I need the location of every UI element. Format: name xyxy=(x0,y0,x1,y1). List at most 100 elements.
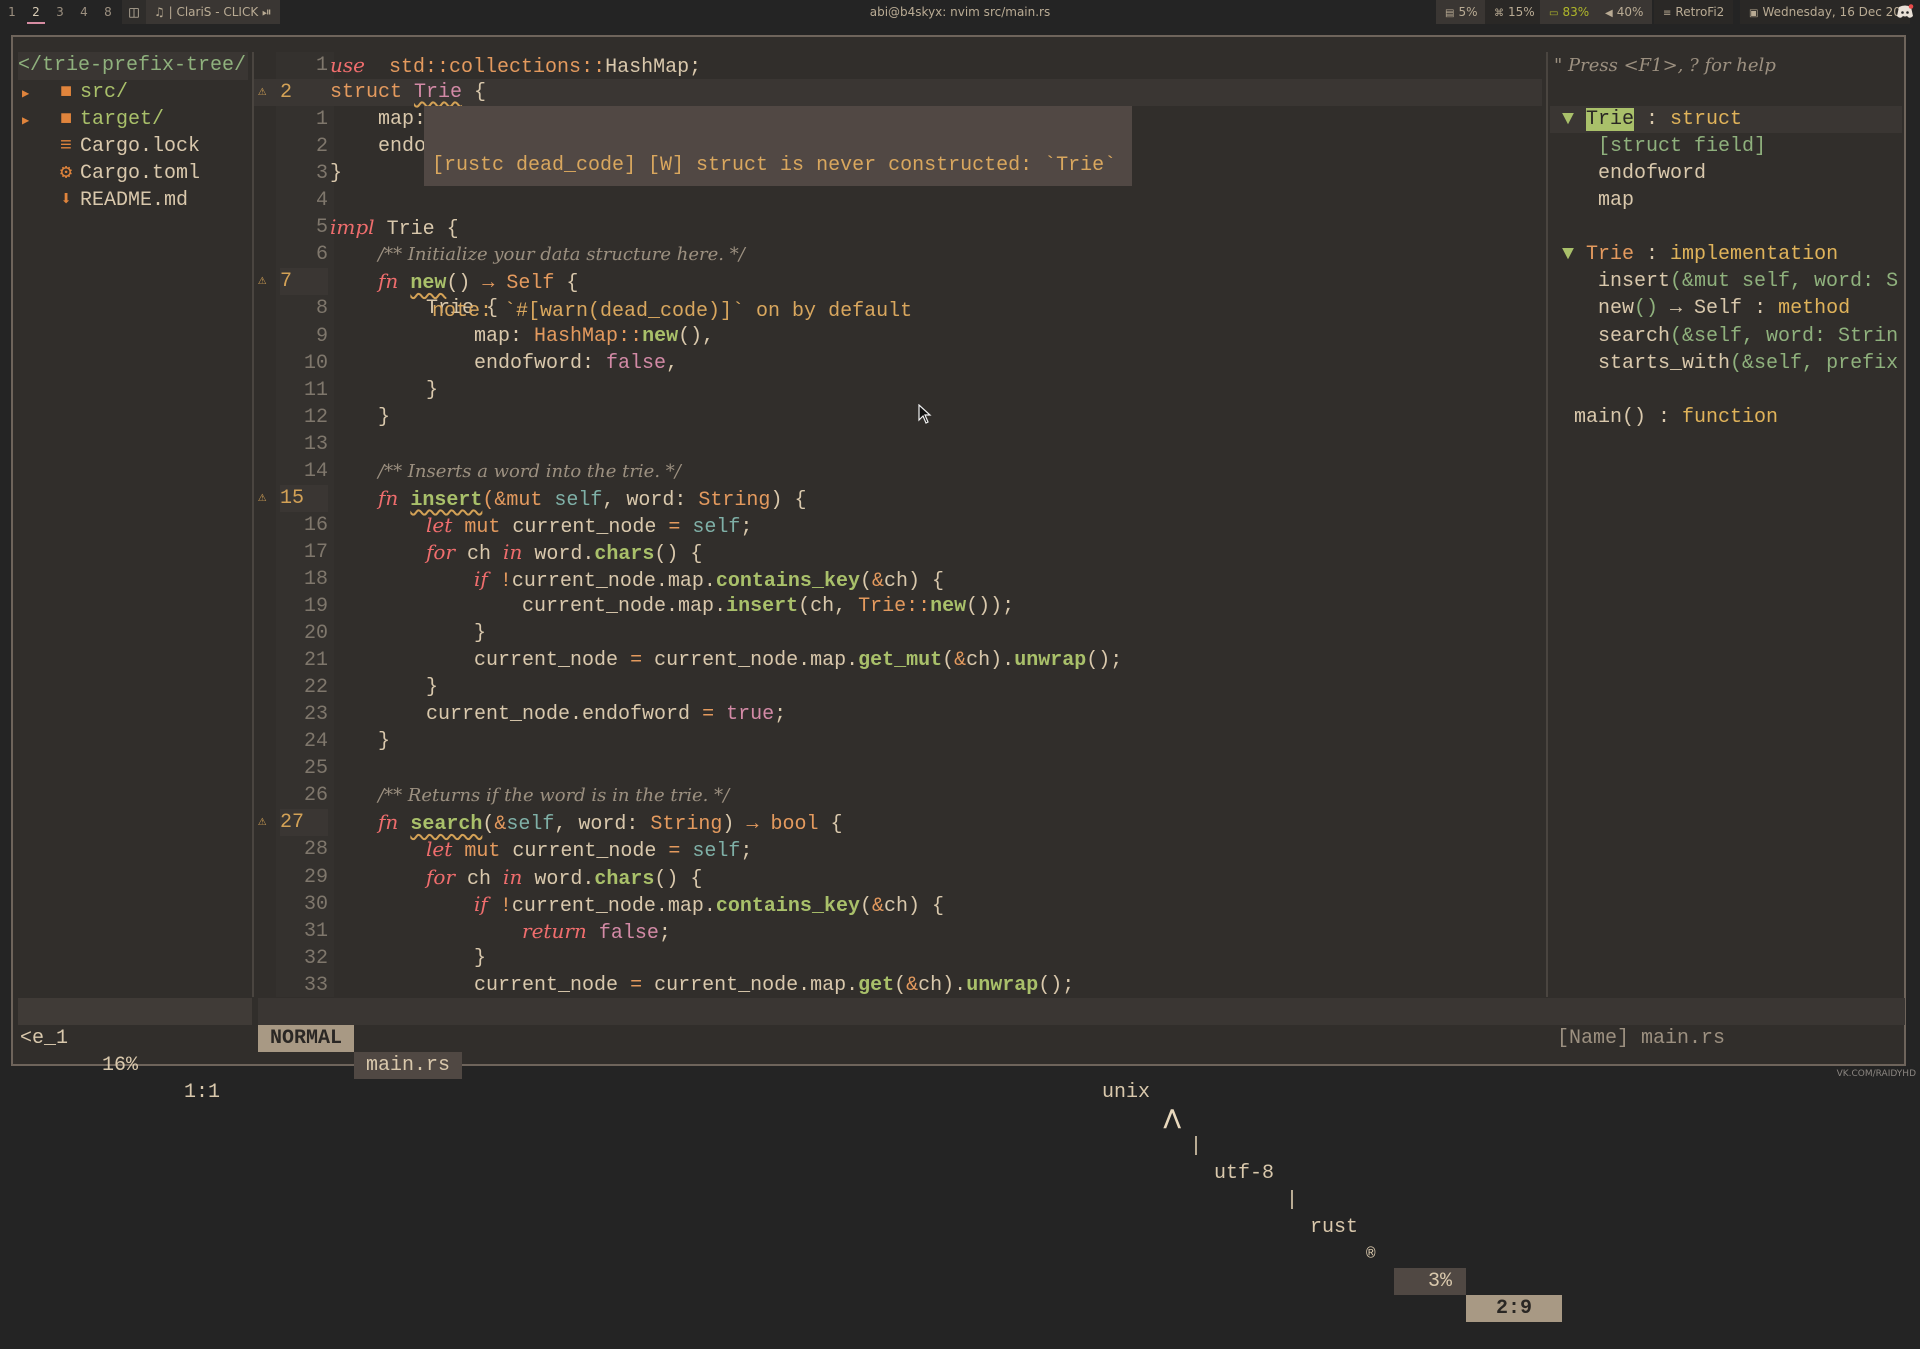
code-text: current_node = current_node.map.get(&ch)… xyxy=(330,973,1075,997)
code-line[interactable]: 25 xyxy=(254,755,1542,782)
code-line[interactable]: 17 for ch in word.chars() { xyxy=(254,539,1542,566)
code-line[interactable]: 12 } xyxy=(254,404,1542,431)
expand-arrow-icon[interactable]: ▶ xyxy=(18,80,56,108)
code-line[interactable]: 14 /** Inserts a word into the trie. */ xyxy=(254,458,1542,485)
warning-sign-icon[interactable]: ⚠ xyxy=(258,79,274,106)
code-line[interactable]: 22 } xyxy=(254,674,1542,701)
line-number: 22 xyxy=(303,676,328,700)
cpu-icon: ⌘ xyxy=(1494,8,1504,19)
editor-statusline: NORMAL main.rs unix ⋀ | utf-8 | rust ® 3… xyxy=(258,998,1562,1322)
code-line[interactable]: ⚠ 15 fn insert(&mut self, word: String) { xyxy=(254,484,1542,512)
module-cpu[interactable]: ⌘ 15% xyxy=(1485,0,1544,24)
code-line[interactable]: 28 let mut current_node = self; xyxy=(254,836,1542,863)
line-number: 6 xyxy=(315,243,328,267)
line-number: 13 xyxy=(303,432,328,456)
code-text: } xyxy=(330,405,391,429)
encoding: utf-8 xyxy=(1214,1162,1275,1185)
line-number: 8 xyxy=(315,297,328,321)
tree-item-label: Cargo.lock xyxy=(80,135,201,158)
code-line[interactable]: 24 } xyxy=(254,728,1542,755)
code-line[interactable]: 16 let mut current_node = self; xyxy=(254,512,1542,539)
code-line[interactable]: 10 endofword: false, xyxy=(254,350,1542,377)
collapse-arrow-icon[interactable]: ▼ xyxy=(1550,243,1586,266)
code-text: use std::collections::HashMap; xyxy=(330,53,702,79)
code-line[interactable]: 21 current_node = current_node.map.get_m… xyxy=(254,647,1542,674)
filetype: rust xyxy=(1310,1216,1359,1239)
code-text: endofword: false, xyxy=(330,351,679,375)
tree-file[interactable]: ⬇ README.md xyxy=(18,187,188,215)
tree-root[interactable]: </trie-prefix-tree/ xyxy=(18,52,249,80)
tag-item[interactable]: [struct field] xyxy=(1550,133,1902,160)
warning-sign-icon[interactable]: ⚠ xyxy=(258,268,274,295)
module-volume[interactable]: ◀ 40% xyxy=(1596,0,1653,24)
tree-percent: 16% xyxy=(102,1054,139,1077)
code-line[interactable]: 30 if !current_node.map.contains_key(&ch… xyxy=(254,891,1542,918)
code-text: current_node.map.insert(ch, Trie::new())… xyxy=(330,595,1015,618)
tag-signature: (&mut self, word: S xyxy=(1670,270,1899,294)
warning-sign-icon[interactable]: ⚠ xyxy=(258,485,274,512)
line-number: 1 xyxy=(315,108,328,132)
code-line[interactable]: 1 use std::collections::HashMap; xyxy=(254,52,1542,79)
lines-icon: ≡ xyxy=(59,135,72,158)
code-line[interactable]: 19 current_node.map.insert(ch, Trie::new… xyxy=(254,593,1542,620)
line-number: 14 xyxy=(303,459,328,483)
module-memory[interactable]: ▤ 5% xyxy=(1436,0,1487,24)
line-number: 2 xyxy=(315,135,328,159)
code-line[interactable]: ⚠ 27 fn search(&self, word: String) → boo… xyxy=(254,809,1542,837)
code-text: } xyxy=(330,946,487,970)
collapse-arrow-icon[interactable]: ▼ xyxy=(1550,108,1586,131)
tag-group-header[interactable]: ▼ Trie : struct xyxy=(1550,106,1902,134)
tag-group-header[interactable]: ▼ Trie : implementation xyxy=(1550,241,1902,268)
code-line[interactable]: 31 return false; xyxy=(254,918,1542,945)
line-number: 7 xyxy=(280,268,328,296)
tag-label: endofword xyxy=(1598,162,1707,186)
split-divider-right[interactable] xyxy=(1546,52,1548,997)
tree-folder[interactable]: ▶ ■ src/ xyxy=(18,79,128,107)
mouse-pointer-icon xyxy=(918,404,932,424)
tag-item[interactable]: insert(&mut self, word: S xyxy=(1550,268,1902,295)
tree-folder[interactable]: ▶ ■ target/ xyxy=(18,106,164,134)
expand-arrow-icon[interactable]: ▶ xyxy=(18,107,56,135)
code-line[interactable]: 23 current_node.endofword = true; xyxy=(254,701,1542,728)
module-network[interactable]: ≡ RetroFi2 xyxy=(1654,0,1734,24)
tag-label: insert xyxy=(1598,270,1671,294)
code-text: } xyxy=(330,378,439,402)
tagbar-panel: " Press <F1>, ? for help ▼ Trie : struct… xyxy=(1550,52,1902,997)
code-line[interactable]: 32 } xyxy=(254,945,1542,972)
mode-indicator: NORMAL xyxy=(258,1025,354,1052)
tag-label: new xyxy=(1598,297,1635,321)
warning-sign-icon[interactable]: ⚠ xyxy=(258,809,274,836)
discord-icon[interactable] xyxy=(1896,4,1914,20)
folder-icon: ■ xyxy=(59,108,72,131)
tag-function[interactable]: main() : function xyxy=(1550,404,1902,431)
tree-file[interactable]: ⚙ Cargo.toml xyxy=(18,160,200,188)
tag-item[interactable]: search(&self, word: Strin xyxy=(1550,323,1902,350)
code-text: } xyxy=(330,676,439,700)
code-line[interactable]: ⚠ 2 struct Trie { xyxy=(254,79,1542,107)
folder-icon: ■ xyxy=(59,81,72,104)
line-number: 20 xyxy=(303,622,328,646)
module-value: 40% xyxy=(1616,5,1644,19)
code-line[interactable]: 18 if !current_node.map.contains_key(&ch… xyxy=(254,566,1542,593)
line-number: 29 xyxy=(303,865,328,889)
code-line[interactable]: 29 for ch in word.chars() { xyxy=(254,864,1542,891)
line-number: 5 xyxy=(315,216,328,240)
code-line[interactable]: 13 xyxy=(254,431,1542,458)
tag-item[interactable]: starts_with(&self, prefix xyxy=(1550,350,1902,377)
line-number: 25 xyxy=(303,757,328,781)
line-number: 21 xyxy=(303,649,328,673)
code-text: let mut current_node = self; xyxy=(426,512,753,539)
tag-item[interactable]: endofword xyxy=(1550,160,1902,187)
line-number: 10 xyxy=(303,351,328,375)
module-value: 15% xyxy=(1508,5,1535,19)
code-line[interactable]: 11 } xyxy=(254,377,1542,404)
tree-file[interactable]: ≡ Cargo.lock xyxy=(18,133,200,161)
tag-item[interactable]: map xyxy=(1550,187,1902,214)
code-line[interactable]: 20 } xyxy=(254,620,1542,647)
line-number: 2 xyxy=(280,79,328,107)
module-date[interactable]: ▣ Wednesday, 16 Dec 20 xyxy=(1740,0,1910,24)
tag-item[interactable]: new() → Self : method xyxy=(1550,295,1902,322)
module-battery[interactable]: ▭ 83% xyxy=(1540,0,1599,24)
code-line[interactable]: 26 /** Returns if the word is in the tri… xyxy=(254,782,1542,809)
code-line[interactable]: 33 current_node = current_node.map.get(&… xyxy=(254,972,1542,997)
